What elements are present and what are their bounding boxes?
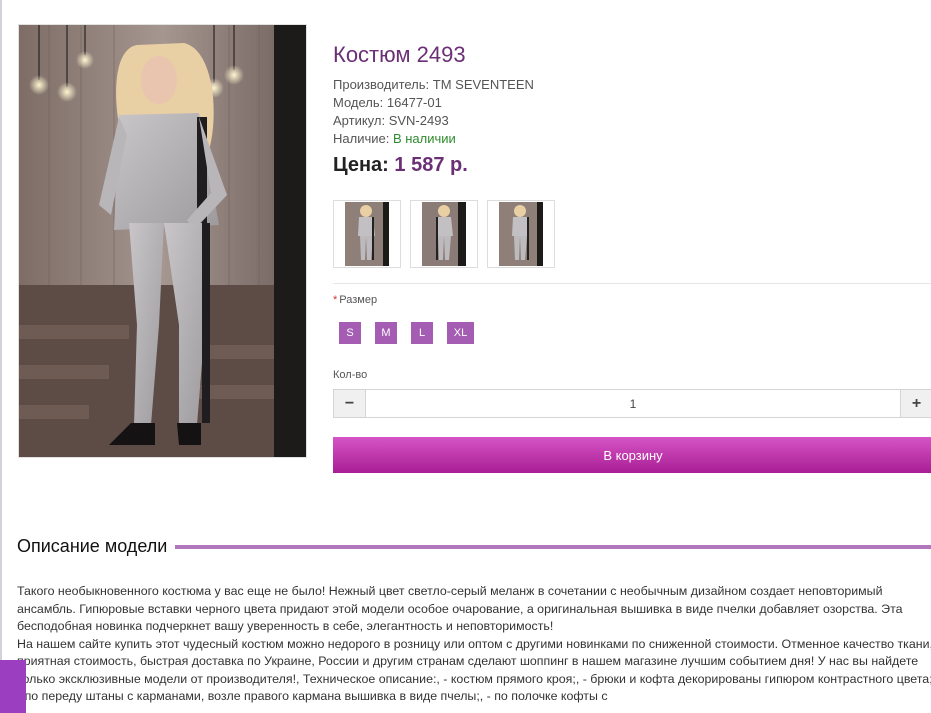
left-border <box>0 0 2 713</box>
model-value: 16477-01 <box>386 95 442 110</box>
description-heading-rule <box>175 544 931 549</box>
description-heading: Описание модели <box>17 536 931 557</box>
quantity-stepper: − + <box>333 389 931 418</box>
product-photo-image <box>19 25 306 457</box>
description-heading-text: Описание модели <box>17 536 168 556</box>
thumbnail-1[interactable] <box>333 200 401 268</box>
size-option-m[interactable]: M <box>375 322 397 344</box>
thumbnail-2-image <box>422 202 466 266</box>
availability-row: Наличие: В наличии <box>333 130 534 148</box>
product-page: Костюм 2493 Производитель: ТМ SEVENTEEN … <box>0 0 931 713</box>
product-photo[interactable] <box>18 24 307 458</box>
quantity-input[interactable] <box>366 390 900 417</box>
manufacturer-row: Производитель: ТМ SEVENTEEN <box>333 76 534 94</box>
product-meta: Производитель: ТМ SEVENTEEN Модель: 1647… <box>333 76 534 148</box>
model-row: Модель: 16477-01 <box>333 94 534 112</box>
thumbnail-3[interactable] <box>487 200 555 268</box>
sku-value: SVN-2493 <box>388 113 449 128</box>
thumbnail-2[interactable] <box>410 200 478 268</box>
quantity-minus-button[interactable]: − <box>334 390 366 417</box>
size-options: S M L XL <box>339 322 474 344</box>
model-label: Модель: <box>333 95 384 110</box>
manufacturer-label: Производитель: <box>333 77 430 92</box>
sku-row: Артикул: SVN-2493 <box>333 112 534 130</box>
description-paragraph-2: На нашем сайте купить этот чудесный кост… <box>17 636 931 704</box>
description-text: Такого необыкновенного костюма у вас еще… <box>17 583 931 706</box>
availability-label: Наличие: <box>333 131 390 146</box>
thumbnail-1-image <box>345 202 389 266</box>
price-label: Цена: <box>333 154 389 176</box>
manufacturer-value[interactable]: ТМ SEVENTEEN <box>433 77 534 92</box>
size-option-xl[interactable]: XL <box>447 322 474 344</box>
description-paragraph-1: Такого необыкновенного костюма у вас еще… <box>17 584 903 633</box>
side-widget-tab[interactable] <box>0 660 26 713</box>
price-value: 1 587 р. <box>394 154 468 176</box>
price: Цена: 1 587 р. <box>333 154 468 177</box>
add-to-cart-button[interactable]: В корзину <box>333 437 931 473</box>
quantity-label: Кол-во <box>333 369 368 381</box>
size-option-s[interactable]: S <box>339 322 361 344</box>
thumbnail-3-image <box>499 202 543 266</box>
thumbnail-gallery <box>333 200 555 268</box>
size-label-text: Размер <box>339 294 378 306</box>
sku-label: Артикул: <box>333 113 386 128</box>
required-mark: * <box>333 294 338 306</box>
product-title: Костюм 2493 <box>333 42 466 67</box>
quantity-plus-button[interactable]: + <box>900 390 931 417</box>
divider <box>333 283 931 284</box>
size-label: * Размер <box>333 294 377 306</box>
availability-value: В наличии <box>392 131 456 146</box>
size-option-l[interactable]: L <box>411 322 433 344</box>
